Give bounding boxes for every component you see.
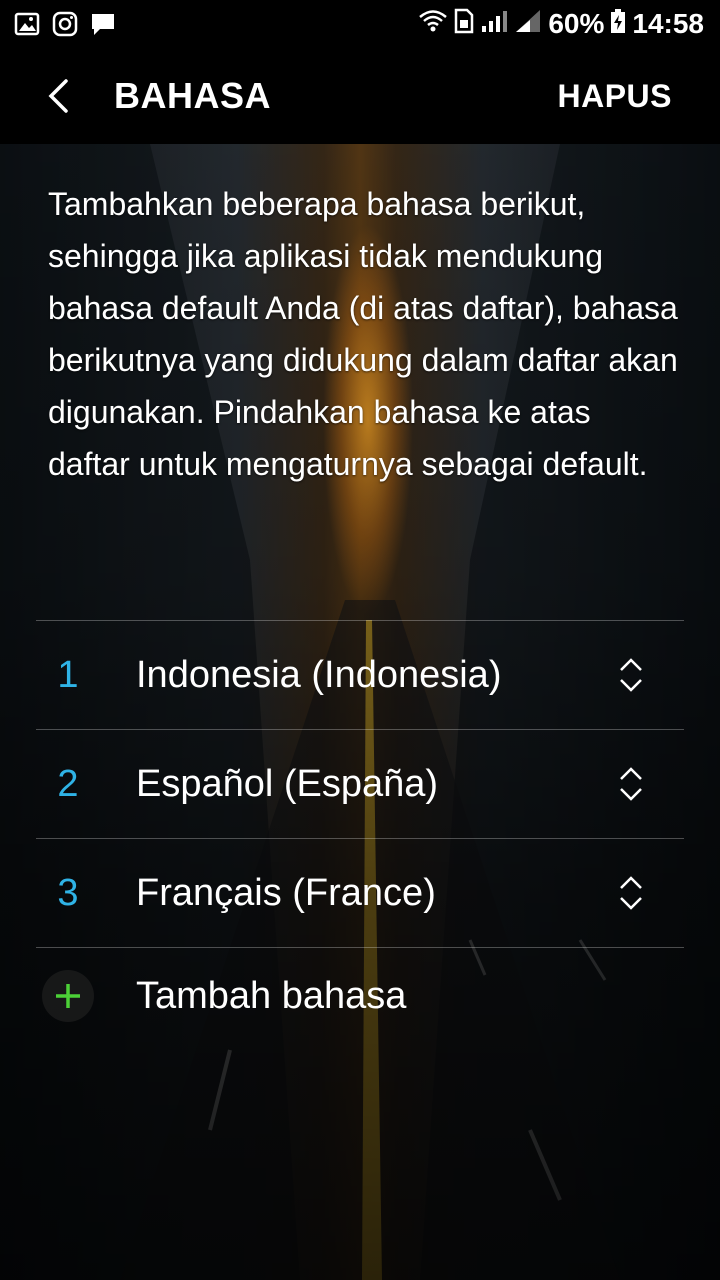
message-icon — [90, 11, 116, 37]
language-name: Indonesia (Indonesia) — [136, 653, 502, 696]
reorder-handle-icon[interactable] — [616, 651, 646, 699]
language-name: Español (España) — [136, 762, 439, 805]
description-text: Tambahkan beberapa bahasa berikut, sehin… — [48, 186, 678, 482]
language-index: 3 — [57, 871, 79, 914]
wifi-icon — [418, 8, 448, 41]
app-bar: BAHASA HAPUS — [0, 48, 720, 144]
signal-icon — [514, 8, 542, 41]
battery-icon — [610, 8, 626, 41]
status-bar: 60% 14:58 — [0, 0, 720, 48]
reorder-handle-icon[interactable] — [616, 760, 646, 808]
reorder-handle-icon[interactable] — [616, 869, 646, 917]
language-item[interactable]: 3 Français (France) — [36, 838, 684, 947]
image-icon — [14, 11, 40, 37]
clock: 14:58 — [632, 8, 704, 39]
language-item[interactable]: 1 Indonesia (Indonesia) — [36, 620, 684, 729]
add-language-label: Tambah bahasa — [136, 974, 407, 1017]
battery-percent: 60% — [548, 8, 605, 39]
signal-icon — [480, 8, 508, 41]
language-name: Français (France) — [136, 871, 436, 914]
language-item[interactable]: 2 Español (España) — [36, 729, 684, 838]
instagram-icon — [52, 11, 78, 37]
plus-icon — [42, 970, 94, 1022]
chevron-left-icon — [48, 79, 68, 113]
language-index: 1 — [57, 653, 79, 696]
page-title: BAHASA — [114, 75, 272, 116]
language-index: 2 — [57, 762, 79, 805]
back-button[interactable] — [38, 76, 78, 116]
remove-button[interactable]: HAPUS — [557, 78, 672, 115]
add-language-button[interactable]: Tambah bahasa — [36, 947, 684, 1044]
main-content: Tambahkan beberapa bahasa berikut, sehin… — [0, 144, 720, 1280]
language-list: 1 Indonesia (Indonesia) 2 Español (Españ… — [36, 620, 684, 1044]
sim-icon — [454, 8, 474, 41]
